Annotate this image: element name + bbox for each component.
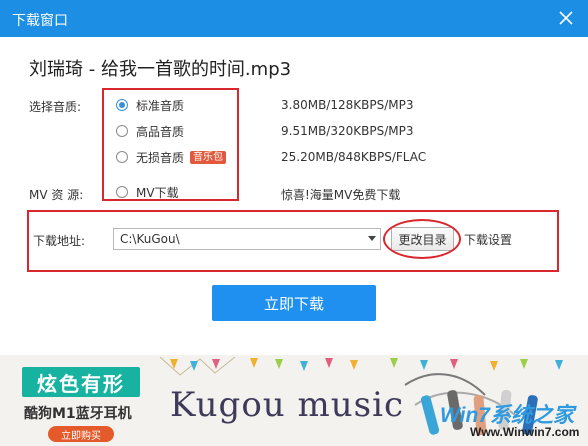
radio-icon[interactable] [116, 125, 128, 137]
ad-subline: 酷狗M1蓝牙耳机 [24, 406, 132, 422]
ad-banner[interactable]: 炫色有形 酷狗M1蓝牙耳机 立即购买 Kugou music Win7系统之家 … [0, 355, 588, 446]
radio-icon[interactable] [116, 151, 128, 163]
close-icon[interactable] [556, 8, 576, 28]
music-pack-badge: 音乐包 [190, 150, 227, 164]
title-bar: 下载窗口 [0, 0, 588, 37]
dropdown-arrow-icon[interactable] [364, 229, 380, 249]
quality-option-label: 无损音质 [136, 150, 185, 165]
quality-info-high: 9.51MB/320KBPS/MP3 [281, 124, 414, 138]
download-path-input[interactable]: C:\KuGou\ [113, 228, 381, 250]
download-settings-link[interactable]: 下载设置 [464, 231, 512, 248]
mv-info: 惊喜!海量MV免费下载 [281, 188, 401, 202]
radio-selected-icon[interactable] [116, 99, 128, 111]
mv-option-label: MV下载 [136, 185, 179, 200]
quality-option-label: 高品音质 [136, 124, 185, 139]
ad-headline: 炫色有形 [22, 367, 140, 397]
buy-now-button[interactable]: 立即购买 [48, 426, 114, 442]
quality-option-lossless[interactable]: 无损音质 音乐包 [116, 148, 227, 166]
window-title: 下载窗口 [12, 13, 68, 29]
mv-label: MV 资 源: [29, 188, 84, 202]
change-directory-button[interactable]: 更改目录 [391, 227, 454, 251]
quality-option-high[interactable]: 高品音质 [116, 122, 184, 140]
song-filename: 刘瑞琦 - 给我一首歌的时间.mp3 [29, 59, 292, 80]
download-address-label: 下载地址: [33, 234, 86, 248]
download-path-value: C:\KuGou\ [120, 232, 180, 246]
watermark-url: Www.Winwin7.com [470, 425, 580, 439]
quality-label: 选择音质: [29, 100, 82, 114]
quality-option-standard[interactable]: 标准音质 [116, 96, 184, 114]
radio-icon[interactable] [116, 186, 128, 198]
download-now-button[interactable]: 立即下载 [212, 285, 376, 321]
mv-download-option[interactable]: MV下载 [116, 183, 179, 201]
quality-info-lossless: 25.20MB/848KBPS/FLAC [281, 150, 427, 164]
kugou-music-logo: Kugou music [170, 385, 404, 425]
quality-option-label: 标准音质 [136, 98, 185, 113]
quality-info-standard: 3.80MB/128KBPS/MP3 [281, 98, 414, 112]
